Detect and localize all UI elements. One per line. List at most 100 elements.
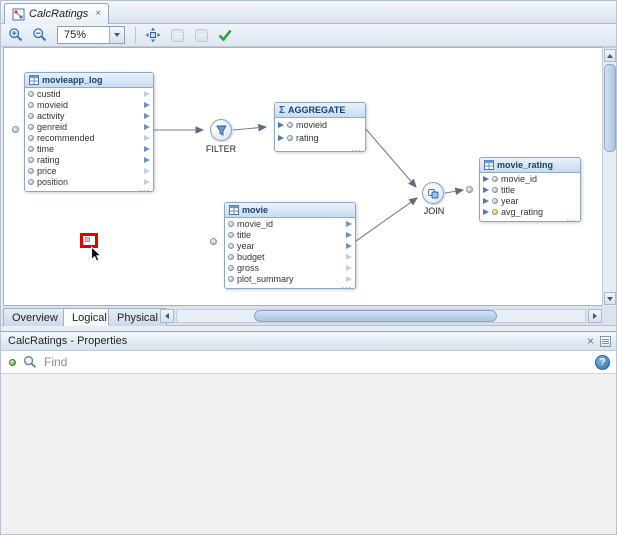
attribute-icon (492, 175, 498, 182)
zoom-level-value: 75% (64, 29, 87, 41)
attribute-name: rating (296, 132, 319, 143)
port-dot[interactable] (210, 238, 217, 245)
zoom-in-button[interactable] (6, 26, 26, 45)
attribute-name: title (501, 184, 516, 195)
resize-handle-icon[interactable]: ... (341, 280, 352, 290)
resize-handle-icon[interactable]: ... (139, 183, 150, 193)
output-port-icon (144, 112, 150, 119)
find-input[interactable] (44, 355, 588, 369)
vertical-scrollbar[interactable] (602, 47, 616, 307)
table-icon (29, 75, 39, 85)
scroll-left-button[interactable] (160, 309, 174, 323)
table-movie-rating[interactable]: movie_rating movie_id title year avg_rat… (479, 157, 581, 223)
input-port-icon (278, 121, 284, 128)
attribute-icon (228, 264, 234, 271)
mapping-canvas[interactable]: movieapp_log custid movieid activity gen… (3, 47, 603, 306)
validate-check-icon (218, 29, 232, 42)
collapse-all-button[interactable] (191, 26, 211, 45)
output-port-icon (346, 231, 352, 238)
collapse-all-icon (194, 28, 208, 42)
attribute-name: gross (237, 262, 260, 273)
table-row[interactable]: year (225, 240, 355, 251)
attribute-icon (228, 231, 234, 238)
table-row[interactable]: recommended (25, 132, 153, 143)
attribute-name: rating (37, 154, 60, 165)
table-row[interactable]: movie_id (480, 173, 580, 184)
table-header[interactable]: movieapp_log (25, 73, 153, 88)
attribute-icon (28, 90, 34, 97)
zoom-out-button[interactable] (30, 26, 50, 45)
tab-physical[interactable]: Physical (108, 308, 167, 326)
table-row[interactable]: position (25, 176, 153, 187)
table-header[interactable]: movie_rating (480, 158, 580, 173)
attribute-icon (287, 121, 293, 128)
output-port-icon (346, 220, 352, 227)
table-row[interactable]: avg_rating (480, 206, 580, 217)
table-row[interactable]: activity (25, 110, 153, 121)
scroll-up-button[interactable] (604, 49, 616, 62)
table-row[interactable]: genreid (25, 121, 153, 132)
table-row[interactable]: budget (225, 251, 355, 262)
expand-all-button[interactable] (167, 26, 187, 45)
table-icon (229, 205, 239, 215)
attribute-name: position (37, 176, 69, 187)
zoom-level-combo[interactable]: 75% (57, 26, 125, 44)
horizontal-scroll-thumb[interactable] (254, 310, 497, 322)
attribute-icon (28, 145, 34, 152)
help-icon[interactable]: ? (595, 354, 610, 370)
attribute-name: movieid (296, 119, 328, 130)
attribute-icon (228, 242, 234, 249)
resize-handle-icon[interactable]: ... (566, 213, 577, 223)
mapping-icon (12, 8, 25, 20)
input-port-icon (483, 186, 489, 193)
table-row[interactable]: title (480, 184, 580, 195)
aggregate-header[interactable]: Σ AGGREGATE (275, 103, 365, 118)
aggregate-component[interactable]: Σ AGGREGATE movieid rating ... (274, 102, 366, 153)
scroll-down-button[interactable] (604, 292, 616, 305)
attribute-name: activity (37, 110, 65, 121)
table-row[interactable]: year (480, 195, 580, 206)
auto-layout-button[interactable] (143, 26, 163, 45)
table-name: movieapp_log (42, 75, 103, 85)
validate-button[interactable] (215, 26, 235, 45)
table-row[interactable]: gross (225, 262, 355, 273)
table-row[interactable]: title (225, 229, 355, 240)
zoom-combo-arrow[interactable] (109, 27, 124, 43)
aggregate-title: AGGREGATE (288, 105, 346, 115)
document-tabstrip: CalcRatings × (1, 1, 616, 24)
output-port-icon (144, 156, 150, 163)
port-dot[interactable] (12, 126, 19, 133)
panel-menu-icon[interactable] (600, 335, 611, 347)
close-icon[interactable]: × (587, 335, 594, 347)
table-movieapp-log[interactable]: movieapp_log custid movieid activity gen… (24, 72, 154, 193)
table-row[interactable]: price (25, 165, 153, 176)
attribute-name: recommended (37, 132, 95, 143)
table-header[interactable]: movie (225, 203, 355, 218)
table-row[interactable]: movieid (25, 99, 153, 110)
table-row[interactable]: rating (25, 154, 153, 165)
filter-label: FILTER (205, 144, 237, 154)
table-row[interactable]: custid (25, 88, 153, 99)
filter-operator[interactable] (210, 119, 232, 141)
expand-all-icon (170, 28, 184, 42)
table-movie[interactable]: movie movie_id title year budget gross p… (224, 202, 356, 290)
tab-overview[interactable]: Overview (3, 308, 67, 326)
attribute-icon (28, 123, 34, 130)
attribute-icon (28, 134, 34, 141)
attribute-name: genreid (37, 121, 68, 132)
tab-calcratings[interactable]: CalcRatings × (4, 3, 110, 24)
attribute-icon (28, 101, 34, 108)
join-operator[interactable] (422, 182, 444, 204)
table-row[interactable]: movie_id (225, 218, 355, 229)
aggregate-row[interactable]: movieid (275, 118, 365, 131)
port-dot[interactable] (466, 186, 473, 193)
table-row[interactable]: time (25, 143, 153, 154)
vertical-scroll-thumb[interactable] (604, 64, 616, 152)
diagram-toolbar: 75% (1, 24, 616, 47)
tab-close-icon[interactable]: × (95, 9, 101, 19)
scroll-right-button[interactable] (588, 309, 602, 323)
attribute-name: movieid (37, 99, 69, 110)
table-row[interactable]: plot_summary (225, 273, 355, 284)
resize-handle-icon[interactable]: ... (351, 143, 362, 153)
tab-label: Logical (72, 311, 107, 324)
